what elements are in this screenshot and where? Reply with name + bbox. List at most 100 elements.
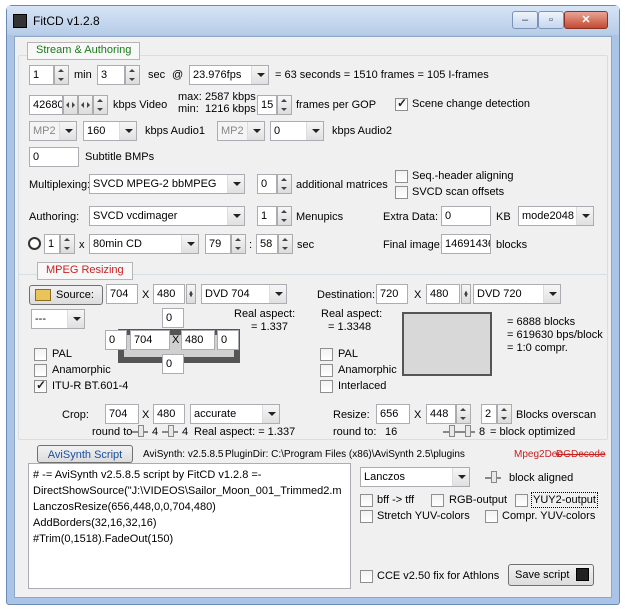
scan-offsets-checkbox[interactable]	[395, 186, 408, 199]
minutes-spinner[interactable]	[54, 65, 69, 85]
crop-preset-select[interactable]: ---	[31, 309, 85, 329]
src-anamorphic-checkbox[interactable]	[34, 364, 47, 377]
crop-result-width[interactable]: 704	[105, 404, 139, 424]
compr-checkbox[interactable]	[485, 510, 498, 523]
chevron-down-icon	[227, 175, 244, 193]
yuy2-checkbox[interactable]	[515, 494, 528, 507]
dst-pal-checkbox[interactable]	[320, 348, 333, 361]
menupics-input[interactable]: 1	[257, 206, 277, 226]
crop-width[interactable]: 704	[130, 330, 170, 350]
crop-result-height[interactable]: 480	[153, 404, 185, 424]
cd-seconds-input[interactable]: 58	[256, 234, 278, 254]
resize-height[interactable]: 448	[426, 404, 456, 424]
script-line: AddBorders(32,16,32,16)	[33, 517, 157, 529]
overscan-input[interactable]: 2	[481, 404, 497, 424]
source-format-select[interactable]: DVD 704	[201, 284, 287, 304]
video-kbps-spinner-3[interactable]	[93, 95, 108, 115]
round-dst-value: 16	[385, 426, 398, 438]
rgb-checkbox[interactable]	[431, 494, 444, 507]
cd-seconds-spinner[interactable]	[278, 234, 293, 254]
matrices-input[interactable]: 0	[257, 174, 277, 194]
dst-anamorphic-checkbox[interactable]	[320, 364, 333, 377]
sec-label: sec	[148, 69, 166, 81]
cd-select[interactable]: 80min CD	[89, 234, 199, 254]
src-pal-checkbox[interactable]	[34, 348, 47, 361]
source-height-arrows[interactable]	[186, 284, 196, 304]
audio2-format[interactable]: MP2	[217, 121, 265, 141]
resize-height-spinner[interactable]	[456, 404, 471, 424]
round-slider-2[interactable]	[162, 423, 178, 437]
source-width[interactable]: 704	[106, 284, 138, 304]
cd-sec-label: sec	[297, 239, 315, 251]
scene-change-checkbox[interactable]	[395, 96, 408, 111]
final-image-label: Final image:	[383, 239, 443, 251]
audio1-label: kbps Audio1	[145, 125, 205, 137]
round-slider-1[interactable]	[132, 423, 148, 437]
dest-height[interactable]: 480	[426, 284, 460, 304]
dest-height-arrows[interactable]	[461, 284, 471, 304]
accuracy-select[interactable]: accurate	[190, 404, 280, 424]
overscan-spinner[interactable]	[497, 404, 512, 424]
crop-bottom[interactable]: 0	[162, 354, 184, 374]
resizer-select[interactable]: Lanczos	[360, 467, 470, 487]
dgdecode-label[interactable]: DGDecode	[556, 448, 605, 462]
seconds-spinner[interactable]	[125, 65, 140, 85]
gop-spinner[interactable]	[277, 95, 292, 115]
cce-checkbox[interactable]	[360, 570, 373, 583]
script-line: LanczosResize(656,448,0,0,704,480)	[33, 501, 216, 513]
duration-summary: = 63 seconds = 1510 frames = 105 I-frame…	[275, 69, 489, 81]
chevron-down-icon	[251, 66, 268, 84]
round-dst-slider-1[interactable]	[443, 423, 459, 437]
fps-select[interactable]: 23.976fps	[189, 65, 269, 85]
tab-mpeg-resizing[interactable]: MPEG Resizing	[37, 262, 133, 280]
cd-count-spinner[interactable]	[60, 234, 75, 254]
tab-stream-authoring[interactable]: Stream & Authoring	[27, 42, 141, 60]
minutes-input[interactable]: 1	[29, 65, 54, 85]
round-value-1: 4	[152, 426, 159, 438]
resize-width[interactable]: 656	[376, 404, 410, 424]
video-kbps-input[interactable]: 426800	[29, 95, 63, 115]
audio1-format[interactable]: MP2	[29, 121, 77, 141]
minimize-button[interactable]: –	[512, 11, 538, 29]
app-window: FitCD v1.2.8 – ▫ ✕ Stream & Authoring 1 …	[6, 5, 620, 605]
bff-checkbox[interactable]	[360, 494, 373, 507]
cd-count-input[interactable]: 1	[44, 234, 60, 254]
audio2-kbps-value: 0	[274, 125, 281, 137]
auth-select[interactable]: SVCD vcdimager	[89, 206, 245, 226]
menupics-label: Menupics	[296, 211, 344, 223]
close-button[interactable]: ✕	[564, 11, 608, 29]
tab-avisynth-script[interactable]: AviSynth Script	[37, 445, 133, 463]
crop-right[interactable]: 0	[217, 330, 239, 350]
crop-height[interactable]: 480	[181, 330, 215, 350]
maximize-button[interactable]: ▫	[538, 11, 564, 29]
crop-left[interactable]: 0	[105, 330, 127, 350]
round-dst-slider-2[interactable]	[459, 423, 475, 437]
mode-select[interactable]: mode2048	[518, 206, 594, 226]
seq-header-checkbox[interactable]	[395, 170, 408, 183]
resizer-value: Lanczos	[364, 471, 405, 483]
menupics-spinner[interactable]	[277, 206, 292, 226]
stretch-checkbox[interactable]	[360, 510, 373, 523]
script-editor[interactable]: # -= AviSynth v2.5.8.5 script by FitCD v…	[28, 463, 351, 589]
real-aspect-bottom: Real aspect: = 1.337	[194, 426, 296, 438]
cd-minutes-input[interactable]: 79	[205, 234, 231, 254]
video-kbps-spinner-1[interactable]	[63, 95, 78, 115]
subtitle-input[interactable]: 0	[29, 147, 79, 167]
dest-format-select[interactable]: DVD 720	[473, 284, 561, 304]
cd-minutes-spinner[interactable]	[231, 234, 246, 254]
audio1-format-value: MP2	[33, 125, 56, 137]
interlaced-checkbox[interactable]	[320, 380, 333, 393]
block-aligned-slider[interactable]	[485, 469, 501, 483]
video-kbps-spinner-2[interactable]	[78, 95, 93, 115]
source-height[interactable]: 480	[153, 284, 185, 304]
mux-select[interactable]: SVCD MPEG-2 bbMPEG	[89, 174, 245, 194]
seconds-input[interactable]: 3	[97, 65, 125, 85]
itu-checkbox[interactable]	[34, 378, 47, 393]
crop-top[interactable]: 0	[162, 308, 184, 328]
extra-data-input[interactable]: 0	[441, 206, 491, 226]
dest-width[interactable]: 720	[376, 284, 408, 304]
audio1-kbps[interactable]: 160	[83, 121, 137, 141]
audio2-kbps[interactable]: 0	[270, 121, 324, 141]
matrices-spinner[interactable]	[277, 174, 292, 194]
gop-input[interactable]: 15	[257, 95, 277, 115]
